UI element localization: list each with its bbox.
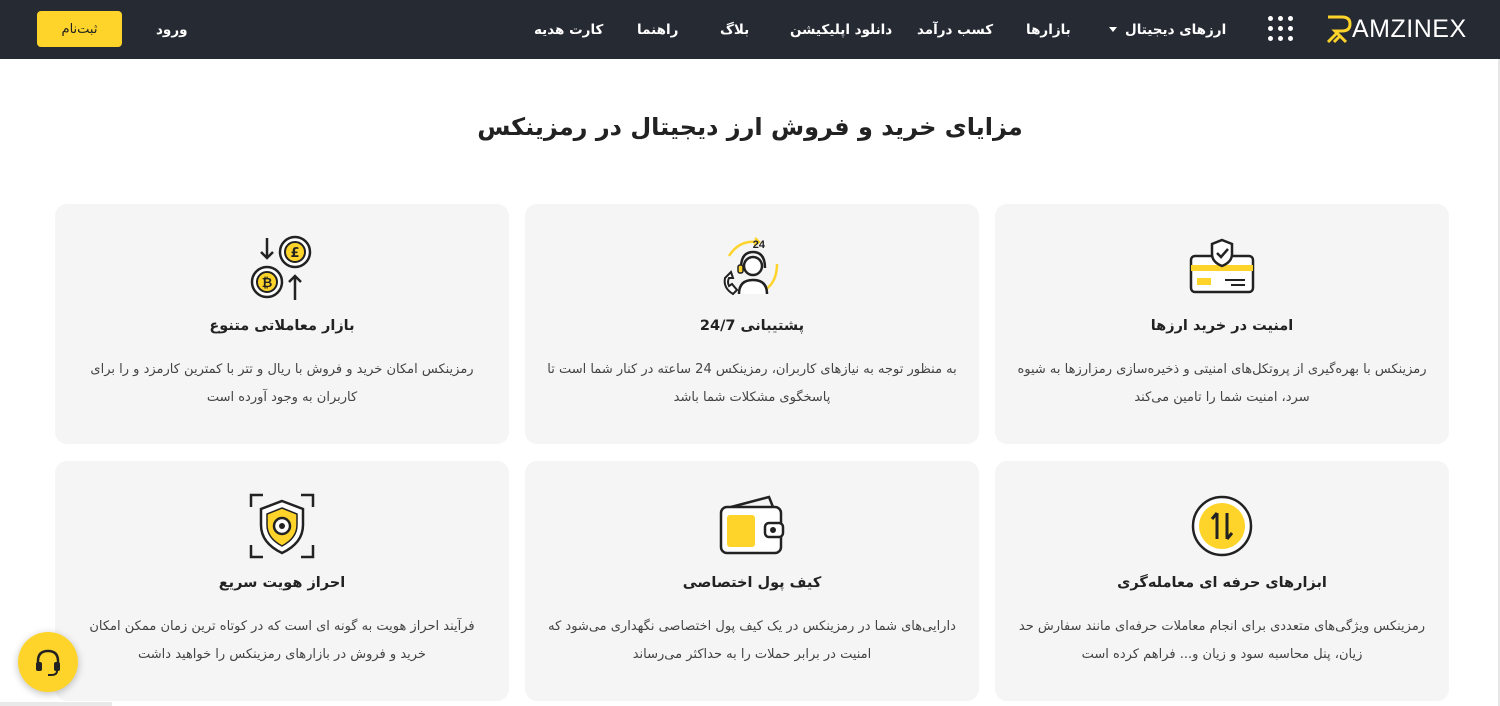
support-chat-button[interactable] (18, 632, 78, 692)
secure-card-icon (1189, 238, 1255, 294)
feature-card-security: امنیت در خرید ارزها رمزینکس با بهره‌گیری… (995, 204, 1449, 444)
svg-text:£: £ (290, 246, 299, 261)
feature-card-description: رمزینکس با بهره‌گیری از پروتکل‌های امنیت… (1017, 362, 1427, 405)
chevron-down-icon (1109, 27, 1117, 32)
svg-text:24: 24 (753, 239, 766, 251)
section-title: مزایای خرید و فروش ارز دیجیتال در رمزینک… (477, 113, 1023, 141)
nav-digital-currencies-label: ارزهای دیجیتال (1125, 21, 1227, 38)
feature-card-title: کیف پول اختصاصی (682, 575, 822, 591)
nav-digital-currencies[interactable]: ارزهای دیجیتال (1101, 0, 1226, 59)
login-link[interactable]: ورود (156, 0, 187, 59)
identity-shield-icon (249, 493, 315, 559)
apps-grid-icon[interactable] (1268, 16, 1294, 42)
top-navbar: AMZINEX ارزهای دیجیتال بازارها کسب درآمد… (0, 0, 1500, 59)
logo-text: AMZINEX (1352, 14, 1467, 43)
feature-card-wallet: کیف پول اختصاصی دارایی‌های شما در رمزینک… (525, 461, 979, 701)
feature-card-market: £ ₿ بازار معاملاتی متنوع رمزینکس امکان خ… (55, 204, 509, 444)
feature-card-title: بازار معاملاتی متنوع (209, 318, 355, 334)
svg-text:₿: ₿ (262, 276, 273, 291)
headset-icon (36, 649, 60, 676)
feature-card-support: 24 پشتیبانی 24/7 به منظور توجه به نیازها… (525, 204, 979, 444)
feature-card-description: به منظور توجه به نیازهای کاربران، رمزینک… (547, 362, 957, 405)
logo[interactable]: AMZINEX (1326, 12, 1471, 46)
page: AMZINEX ارزهای دیجیتال بازارها کسب درآمد… (0, 0, 1500, 706)
bottom-bar (0, 702, 112, 706)
feature-card-identity: احراز هویت سریع فرآیند احراز هویت به گون… (55, 461, 509, 701)
feature-card-description: دارایی‌های شما در رمزینکس در یک کیف پول … (548, 619, 956, 662)
feature-card-description: فرآیند احراز هویت به گونه ای است که در ک… (89, 619, 475, 662)
feature-card-trading-tools: ابزارهای حرفه ای معامله‌گری رمزینکس ویژگ… (995, 461, 1449, 701)
support-24-icon: 24 (723, 237, 779, 296)
nav-earn[interactable]: کسب درآمد (917, 0, 993, 59)
feature-card-title: پشتیبانی 24/7 (699, 318, 805, 334)
exchange-coins-icon: £ ₿ (250, 235, 312, 300)
feature-card-title: امنیت در خرید ارزها (1150, 318, 1294, 334)
feature-card-description: رمزینکس امکان خرید و فروش با ریال و تتر … (90, 362, 474, 405)
register-button[interactable]: ثبت‌نام (37, 11, 122, 47)
nav-download-app[interactable]: دانلود اپلیکیشن (790, 0, 892, 59)
feature-card-title: ابزارهای حرفه ای معامله‌گری (1117, 575, 1327, 591)
nav-gift-card[interactable]: کارت هدیه (534, 0, 603, 59)
feature-card-description: رمزینکس ویژگی‌های متعددی برای انجام معام… (1018, 619, 1426, 662)
nav-markets[interactable]: بازارها (1026, 0, 1071, 59)
feature-card-title: احراز هویت سریع (218, 575, 346, 591)
wallet-icon (719, 495, 785, 555)
nav-guide[interactable]: راهنما (637, 0, 678, 59)
trade-arrows-icon (1191, 495, 1253, 557)
logo-mark-icon (1326, 15, 1352, 44)
nav-blog[interactable]: بلاگ (720, 0, 749, 59)
